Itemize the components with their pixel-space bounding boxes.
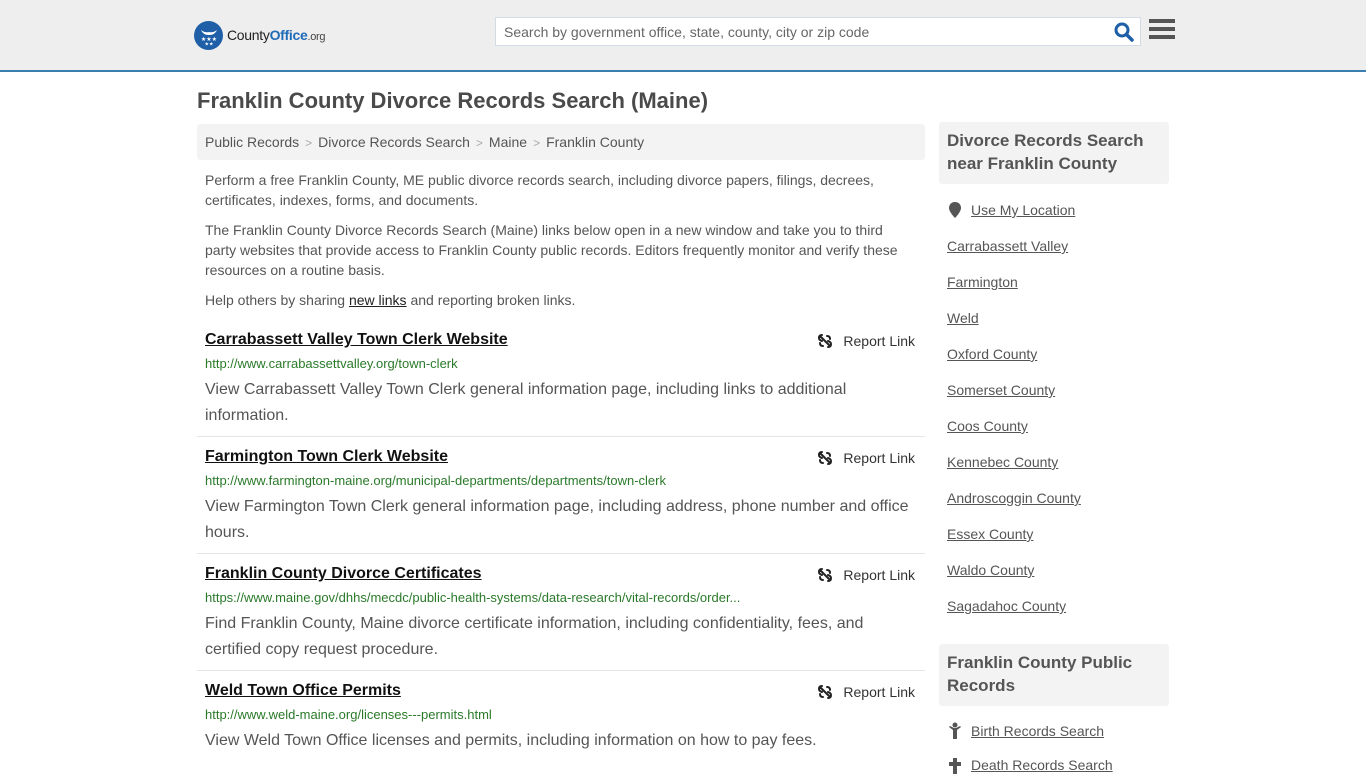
- sidebar-link-waldo-county[interactable]: Waldo County: [947, 562, 1034, 578]
- result-url[interactable]: http://www.carrabassettvalley.org/town-c…: [205, 356, 458, 371]
- sidebar-link-kennebec-county[interactable]: Kennebec County: [947, 454, 1058, 470]
- broken-link-icon: [818, 685, 833, 699]
- page-title: Franklin County Divorce Records Search (…: [197, 88, 709, 113]
- result-url[interactable]: http://www.weld-maine.org/licenses---per…: [205, 707, 492, 722]
- intro-paragraph-1: Perform a free Franklin County, ME publi…: [205, 172, 874, 208]
- sidebar-link-coos-county[interactable]: Coos County: [947, 418, 1028, 434]
- sidebar-link-carrabassett-valley[interactable]: Carrabassett Valley: [947, 238, 1068, 254]
- sidebar-death-records[interactable]: Death Records Search: [947, 756, 1113, 774]
- result-description: View Farmington Town Clerk general infor…: [205, 498, 909, 541]
- result-description: View Weld Town Office licenses and permi…: [205, 732, 817, 749]
- breadcrumb-franklin-county[interactable]: Franklin County: [546, 134, 644, 150]
- site-header: ★★★ ★★ CountyOffice.org: [0, 0, 1366, 72]
- location-pin-icon: [949, 202, 961, 218]
- result-url[interactable]: https://www.maine.gov/dhhs/mecdc/public-…: [205, 590, 740, 605]
- hamburger-menu-icon[interactable]: [1149, 19, 1175, 43]
- breadcrumb-separator: >: [475, 136, 483, 150]
- result-item: Carrabassett Valley Town Clerk Website R…: [197, 331, 925, 437]
- site-logo[interactable]: ★★★ ★★ CountyOffice.org: [194, 20, 326, 50]
- new-links-link[interactable]: new links: [349, 292, 407, 308]
- eagle-stars-badge-icon: ★★★ ★★: [194, 20, 223, 50]
- svg-text:★★: ★★: [204, 42, 213, 47]
- result-item: Farmington Town Clerk Website Report Lin…: [197, 448, 925, 554]
- baby-icon: [949, 722, 961, 739]
- breadcrumb-separator: >: [305, 136, 313, 150]
- cross-icon: [949, 758, 961, 774]
- result-title-link[interactable]: Weld Town Office Permits: [205, 682, 401, 700]
- result-url[interactable]: http://www.farmington-maine.org/municipa…: [205, 473, 666, 488]
- report-link-button[interactable]: Report Link: [817, 567, 915, 583]
- sidebar-nearby-heading: Divorce Records Search near Franklin Cou…: [939, 122, 1169, 184]
- result-description: View Carrabassett Valley Town Clerk gene…: [205, 381, 847, 424]
- sidebar-link-somerset-county[interactable]: Somerset County: [947, 382, 1055, 398]
- sidebar-link-sagadahoc-county[interactable]: Sagadahoc County: [947, 598, 1066, 614]
- result-title-link[interactable]: Farmington Town Clerk Website: [205, 448, 448, 466]
- result-item: Franklin County Divorce Certificates Rep…: [197, 565, 925, 671]
- search-box: [495, 17, 1141, 46]
- logo-text: CountyOffice.org: [227, 27, 326, 43]
- death-records-search-link[interactable]: Death Records Search: [971, 757, 1113, 773]
- intro-paragraph-3: Help others by sharing new links and rep…: [205, 292, 576, 308]
- breadcrumb-separator: >: [533, 136, 541, 150]
- broken-link-icon: [818, 568, 833, 582]
- sidebar-link-essex-county[interactable]: Essex County: [947, 526, 1033, 542]
- birth-records-search-link[interactable]: Birth Records Search: [971, 723, 1104, 739]
- search-icon[interactable]: [1114, 22, 1134, 42]
- broken-link-icon: [818, 334, 833, 348]
- use-my-location-link[interactable]: Use My Location: [971, 202, 1075, 218]
- result-description: Find Franklin County, Maine divorce cert…: [205, 615, 864, 658]
- breadcrumb-maine[interactable]: Maine: [489, 134, 527, 150]
- result-title-link[interactable]: Carrabassett Valley Town Clerk Website: [205, 331, 508, 349]
- sidebar-birth-records[interactable]: Birth Records Search: [947, 722, 1104, 740]
- intro-paragraph-2: The Franklin County Divorce Records Sear…: [205, 222, 898, 278]
- breadcrumb-public-records[interactable]: Public Records: [205, 134, 299, 150]
- breadcrumb: Public Records > Divorce Records Search > Ma…: [197, 124, 925, 160]
- sidebar-link-androscoggin-county[interactable]: Androscoggin County: [947, 490, 1081, 506]
- sidebar-link-farmington[interactable]: Farmington: [947, 274, 1018, 290]
- use-my-location[interactable]: Use My Location: [947, 201, 1075, 219]
- result-title-link[interactable]: Franklin County Divorce Certificates: [205, 565, 482, 583]
- report-link-button[interactable]: Report Link: [817, 450, 915, 466]
- breadcrumb-divorce-records-search[interactable]: Divorce Records Search: [318, 134, 470, 150]
- search-input[interactable]: [496, 18, 1106, 45]
- result-item: Weld Town Office Permits Report Link htt…: [197, 682, 925, 768]
- report-link-button[interactable]: Report Link: [817, 684, 915, 700]
- sidebar-link-weld[interactable]: Weld: [947, 310, 979, 326]
- sidebar-link-oxford-county[interactable]: Oxford County: [947, 346, 1037, 362]
- report-link-button[interactable]: Report Link: [817, 333, 915, 349]
- sidebar-public-records-heading: Franklin County Public Records: [939, 644, 1169, 706]
- broken-link-icon: [818, 451, 833, 465]
